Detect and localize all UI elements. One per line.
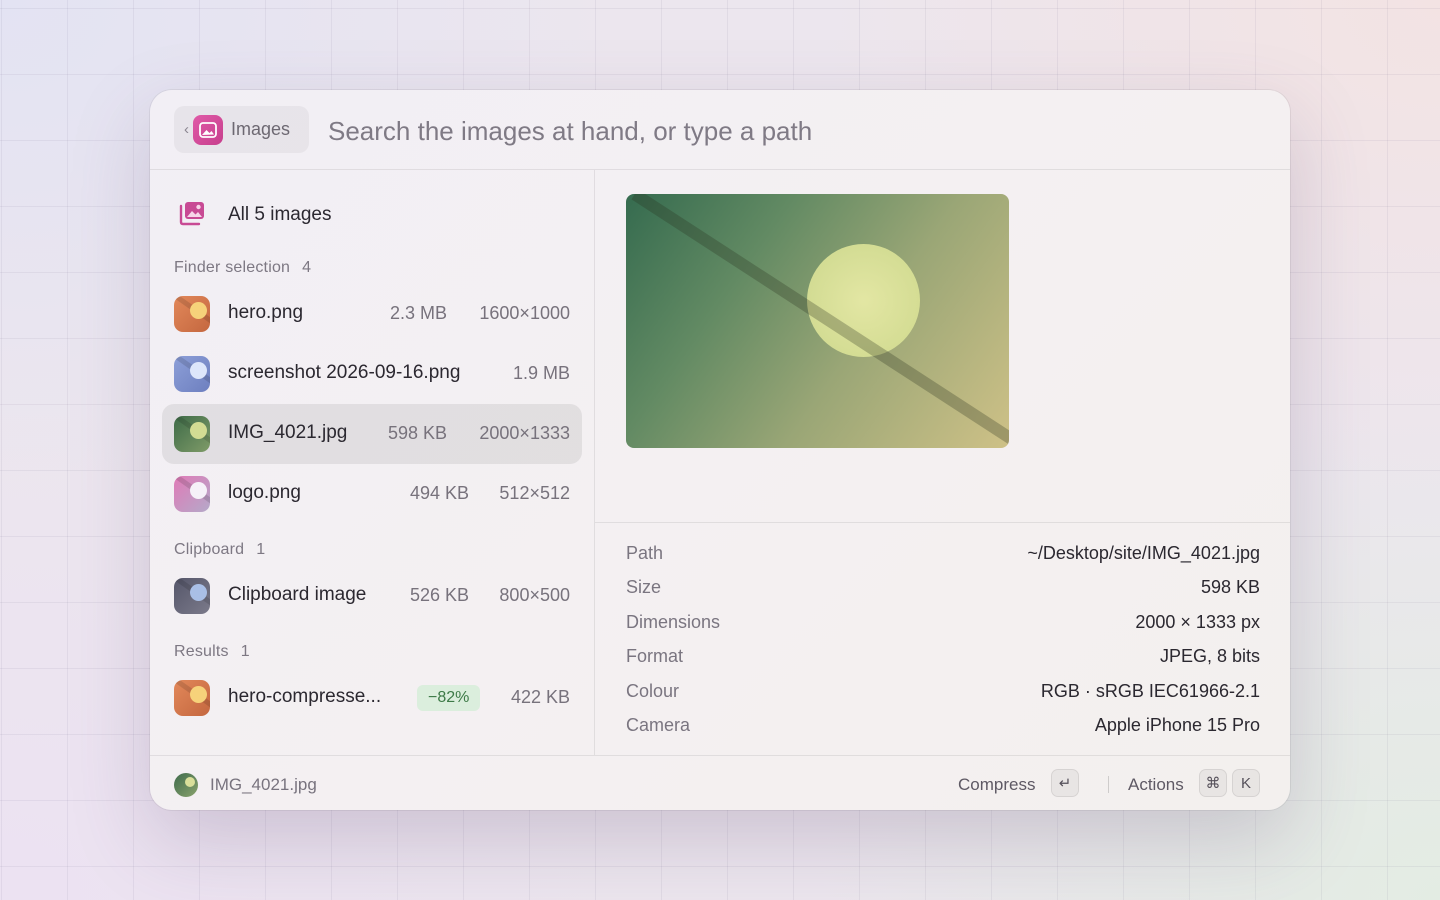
metadata-panel: Path ~/Desktop/site/IMG_4021.jpg Size 59… [595,522,1290,756]
command-key-icon: ⌘ [1199,769,1227,797]
scope-back-button[interactable]: ‹ Images [174,106,309,153]
item-name: hero.png [228,302,304,323]
item-size: 526 KB [410,585,470,605]
search-bar: ‹ Images [150,90,1290,170]
item-size: 2.3 MB [390,303,448,323]
section-label: Results [174,643,229,660]
image-thumbnail [174,680,210,716]
metadata-key: Format [626,646,684,666]
item-dimensions: 2000×1333 [479,423,570,443]
image-preview [626,194,1009,448]
metadata-row-camera: Camera Apple iPhone 15 Pro [626,715,1260,739]
item-size: 1.9 MB [512,363,570,383]
item-name: screenshot 2026-09-16.png [228,362,461,383]
metadata-row-size: Size 598 KB [626,577,1260,601]
metadata-key: Path [626,543,664,563]
metadata-row-dimensions: Dimensions 2000 × 1333 px [626,612,1260,636]
metadata-value: ~/Desktop/site/IMG_4021.jpg [1027,543,1260,563]
list-item[interactable]: logo.png 494 KB 512×512 [162,464,582,524]
compress-button[interactable]: Compress [958,775,1035,795]
actions-button[interactable]: Actions [1128,775,1184,795]
section-count: 4 [302,259,312,276]
divider [1108,776,1109,793]
metadata-value: JPEG, 8 bits [1159,646,1260,666]
list-item-selected[interactable]: IMG_4021.jpg 598 KB 2000×1333 [162,404,582,464]
metadata-value: Apple iPhone 15 Pro [1094,715,1260,735]
image-thumbnail [174,476,210,512]
section-count: 1 [240,643,250,660]
launcher-window: ‹ Images All 5 images [150,90,1290,810]
image-stack-icon [178,200,206,231]
item-dimensions: 1600×1000 [479,303,570,323]
section-header-finder: Finder selection 4 [174,259,311,277]
item-size: 422 KB [510,687,570,707]
selected-image-name: IMG_4021.jpg [210,775,317,794]
metadata-key: Dimensions [626,612,721,632]
scope-label: Images [231,119,291,139]
image-thumbnail [174,578,210,614]
section-header-clipboard: Clipboard 1 [174,541,265,559]
metadata-value: 2000 × 1333 px [1135,612,1260,632]
metadata-key: Camera [626,715,691,735]
item-size: 494 KB [410,483,470,503]
metadata-value: RGB · sRGB IEC61966-2.1 [1040,681,1260,701]
images-app-icon [193,114,223,145]
item-name: IMG_4021.jpg [228,422,348,443]
image-thumbnail [174,356,210,392]
metadata-key: Size [626,577,662,597]
chevron-left-icon: ‹ [184,121,189,138]
image-thumbnail [174,296,210,332]
action-bar: IMG_4021.jpg Compress ↵ Actions ⌘ K [150,755,1290,810]
detail-pane: Path ~/Desktop/site/IMG_4021.jpg Size 59… [595,170,1290,755]
metadata-key: Colour [626,681,680,701]
item-dimensions: 512×512 [499,483,570,503]
section-label: Clipboard [174,541,245,558]
all-images-item[interactable]: All 5 images [178,200,332,230]
list-item[interactable]: screenshot 2026-09-16.png 1.9 MB [162,344,582,404]
preview-stripe-shape [631,194,1009,448]
item-name: Clipboard image [228,584,367,605]
section-header-results: Results 1 [174,643,250,661]
metadata-row-colour: Colour RGB · sRGB IEC61966-2.1 [626,681,1260,705]
savings-badge: −82% [417,685,481,711]
results-list: All 5 images Finder selection 4 hero.png … [150,170,595,755]
metadata-value: 598 KB [1200,577,1260,597]
section-label: Finder selection [174,259,291,276]
item-dimensions: 800×500 [499,585,570,605]
return-key-icon: ↵ [1051,769,1079,797]
image-thumbnail [174,416,210,452]
section-count: 1 [256,541,266,558]
list-item[interactable]: hero-compresse... −82% 422 KB [162,668,582,728]
item-size: 598 KB [388,423,448,443]
item-name: hero-compresse... [228,686,382,707]
all-images-label: All 5 images [228,204,332,225]
list-item[interactable]: Clipboard image 526 KB 800×500 [162,566,582,626]
search-input[interactable] [326,112,1250,150]
metadata-row-path: Path ~/Desktop/site/IMG_4021.jpg [626,543,1260,567]
metadata-row-format: Format JPEG, 8 bits [626,646,1260,670]
list-item[interactable]: hero.png 2.3 MB 1600×1000 [162,284,582,344]
selected-image-thumbnail [174,773,198,797]
item-name: logo.png [228,482,301,503]
k-key-icon: K [1232,769,1260,797]
